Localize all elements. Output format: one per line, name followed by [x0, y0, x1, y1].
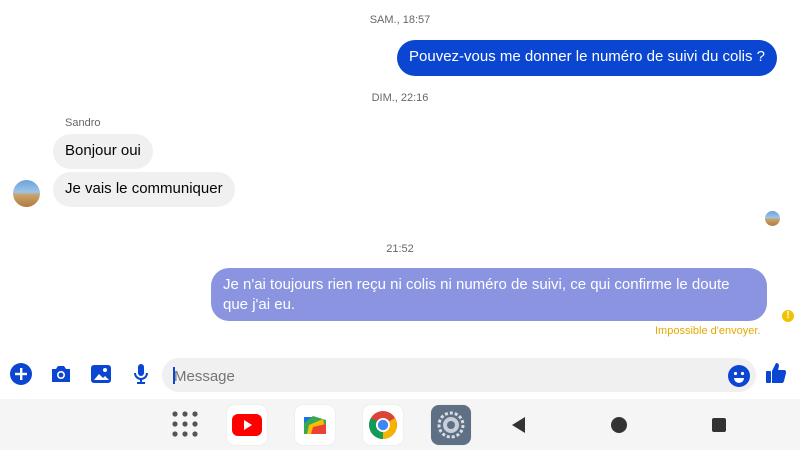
- gallery-icon[interactable]: [89, 362, 113, 386]
- plus-icon[interactable]: [9, 362, 33, 386]
- thumbs-up-icon[interactable]: [764, 361, 788, 385]
- warning-icon[interactable]: !: [782, 310, 794, 322]
- incoming-message-2[interactable]: Je vais le communiquer: [53, 172, 235, 207]
- sender-name: Sandro: [65, 117, 101, 129]
- message-input-container[interactable]: [162, 358, 756, 394]
- pending-outgoing-message[interactable]: Je n'ai toujours rien reçu ni colis ni n…: [211, 268, 767, 321]
- settings-app[interactable]: [431, 405, 471, 445]
- outgoing-message-1[interactable]: Pouvez-vous me donner le numéro de suivi…: [397, 40, 778, 76]
- files-icon: [304, 416, 326, 434]
- chrome-icon: [369, 411, 397, 439]
- text-cursor: [173, 367, 175, 384]
- youtube-icon: [232, 414, 262, 436]
- settings-gear-icon: [437, 411, 465, 439]
- system-navbar: [0, 399, 800, 450]
- timestamp-3: 21:52: [386, 243, 414, 255]
- seen-avatar: [765, 211, 780, 226]
- emoji-icon[interactable]: [727, 364, 751, 388]
- camera-icon[interactable]: [49, 362, 73, 386]
- send-failed-status[interactable]: Impossible d'envoyer.: [655, 325, 760, 337]
- sender-avatar[interactable]: [13, 180, 40, 207]
- back-icon[interactable]: [510, 416, 528, 434]
- timestamp-2: DIM., 22:16: [371, 92, 429, 104]
- timestamp-1: SAM., 18:57: [369, 14, 431, 26]
- incoming-message-1[interactable]: Bonjour oui: [53, 134, 153, 169]
- chrome-app[interactable]: [363, 405, 403, 445]
- youtube-app[interactable]: [227, 405, 267, 445]
- message-input[interactable]: [172, 358, 716, 394]
- microphone-icon[interactable]: [129, 362, 153, 386]
- app-drawer-icon[interactable]: [171, 410, 199, 438]
- recents-icon[interactable]: [711, 417, 727, 433]
- home-icon[interactable]: [610, 416, 628, 434]
- files-app[interactable]: [295, 405, 335, 445]
